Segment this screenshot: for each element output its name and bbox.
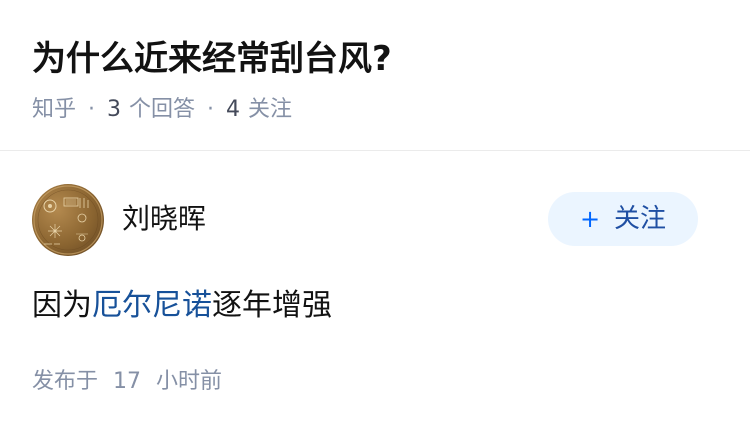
answer-text-prefix: 因为 <box>32 288 92 323</box>
answer-card: 刘晓晖 + 关注 因为厄尔尼诺逐年增强 发布于 17 小时前 <box>0 152 750 434</box>
plus-icon: + <box>579 205 601 233</box>
question-meta: 知乎 · 3 个回答 · 4 关注 <box>32 94 292 126</box>
timestamp-prefix: 发布于 <box>32 369 99 394</box>
answer-timestamp: 发布于 17 小时前 <box>32 366 222 398</box>
author-name[interactable]: 刘晓晖 <box>122 200 206 238</box>
question-title[interactable]: 为什么近来经常刮台风? <box>32 36 392 82</box>
answer-content: 因为厄尔尼诺逐年增强 <box>32 286 332 326</box>
answer-text-suffix: 逐年增强 <box>212 288 332 323</box>
follower-count: 4 <box>226 97 241 122</box>
timestamp-suffix: 小时前 <box>156 369 223 394</box>
avatar[interactable] <box>32 184 104 256</box>
topic-link[interactable]: 厄尔尼诺 <box>92 288 212 323</box>
question-header: 为什么近来经常刮台风? 知乎 · 3 个回答 · 4 关注 <box>0 0 750 151</box>
meta-separator: · <box>207 97 215 122</box>
follower-count-label: 关注 <box>248 97 293 122</box>
golden-record-icon <box>33 185 103 255</box>
meta-separator: · <box>88 97 96 122</box>
follow-button[interactable]: + 关注 <box>548 192 698 246</box>
answer-count-label: 个回答 <box>129 97 196 122</box>
answer-count: 3 <box>107 97 122 122</box>
follow-button-label: 关注 <box>614 204 667 234</box>
question-source[interactable]: 知乎 <box>32 94 76 126</box>
timestamp-number: 17 <box>113 369 142 394</box>
